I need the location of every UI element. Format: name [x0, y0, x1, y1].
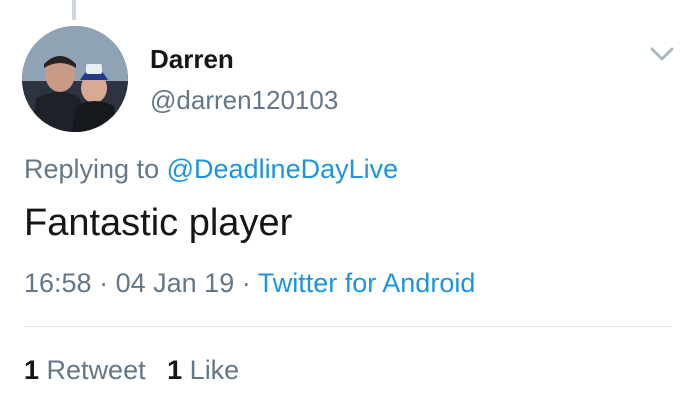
like-count: 1 [167, 355, 183, 385]
author-handle[interactable]: @darren120103 [150, 85, 338, 116]
retweet-count: 1 [24, 355, 40, 385]
like-label: Like [189, 355, 240, 385]
meta-separator: · [99, 268, 109, 298]
avatar-photo [22, 26, 128, 132]
author-display-name[interactable]: Darren [150, 44, 234, 75]
retweets-stat[interactable]: 1 Retweet [24, 355, 153, 385]
retweet-label: Retweet [46, 355, 146, 385]
thread-connector-line [72, 0, 76, 20]
reply-prefix: Replying to [24, 154, 160, 184]
likes-stat[interactable]: 1 Like [167, 355, 239, 385]
tweet-text: Fantastic player [24, 202, 293, 244]
tweet-time[interactable]: 16:58 [24, 268, 92, 298]
chevron-down-icon[interactable] [645, 40, 679, 68]
tweet-stats: 1 Retweet 1 Like [24, 355, 239, 386]
tweet-source-link[interactable]: Twitter for Android [258, 268, 476, 298]
reply-context: Replying to @DeadlineDayLive [24, 154, 398, 185]
divider [24, 326, 672, 327]
tweet-metadata: 16:58 · 04 Jan 19 · Twitter for Android [24, 268, 475, 299]
reply-mention-link[interactable]: @DeadlineDayLive [167, 154, 399, 184]
avatar[interactable] [22, 26, 128, 132]
tweet-date[interactable]: 04 Jan 19 [116, 268, 235, 298]
meta-separator: · [241, 268, 251, 298]
